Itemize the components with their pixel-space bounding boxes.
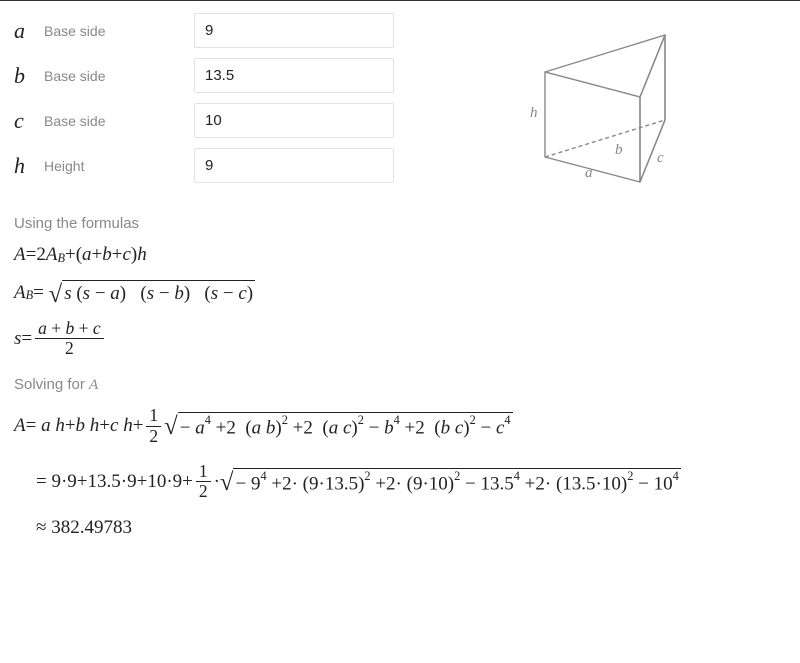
input-b[interactable] (194, 58, 394, 93)
symbol-h: h (14, 153, 44, 179)
diagram-label-b: b (615, 142, 623, 158)
using-formulas-label: Using the formulas (14, 215, 786, 232)
input-a[interactable] (194, 13, 394, 48)
input-row-c: c Base side (14, 103, 414, 138)
solve-line-3: ≈ 382.49783 (36, 517, 786, 539)
input-row-b: b Base side (14, 58, 414, 93)
prism-diagram: h b a c (414, 13, 786, 197)
label-h: Height (44, 158, 194, 174)
solve-line-1: A = a h + b h + c h + 12 √ − a4 +2 (a b)… (14, 406, 786, 445)
symbol-c: c (14, 108, 44, 134)
diagram-label-a: a (585, 165, 593, 181)
symbol-b: b (14, 63, 44, 89)
solve-line-2: = 9·9 + 13.5·9 + 10·9 + 12 · √ − 94 +2· … (36, 462, 786, 501)
formula-semiperimeter: s = a + b + c 2 (14, 319, 786, 358)
inputs-column: a Base side b Base side c Base side h He… (14, 13, 414, 197)
input-h[interactable] (194, 148, 394, 183)
input-c[interactable] (194, 103, 394, 138)
formula-area: A = 2 AB + ( a + b + c ) h (14, 244, 786, 266)
input-row-a: a Base side (14, 13, 414, 48)
label-a: Base side (44, 23, 194, 39)
label-c: Base side (44, 113, 194, 129)
symbol-a: a (14, 18, 44, 44)
diagram-label-c: c (657, 150, 664, 166)
input-row-h: h Height (14, 148, 414, 183)
solving-for-label: Solving for A (14, 376, 786, 394)
label-b: Base side (44, 68, 194, 84)
diagram-label-h: h (530, 105, 538, 121)
formula-heron: AB = √ s (s − a) (s − b) (s − c) (14, 280, 786, 305)
